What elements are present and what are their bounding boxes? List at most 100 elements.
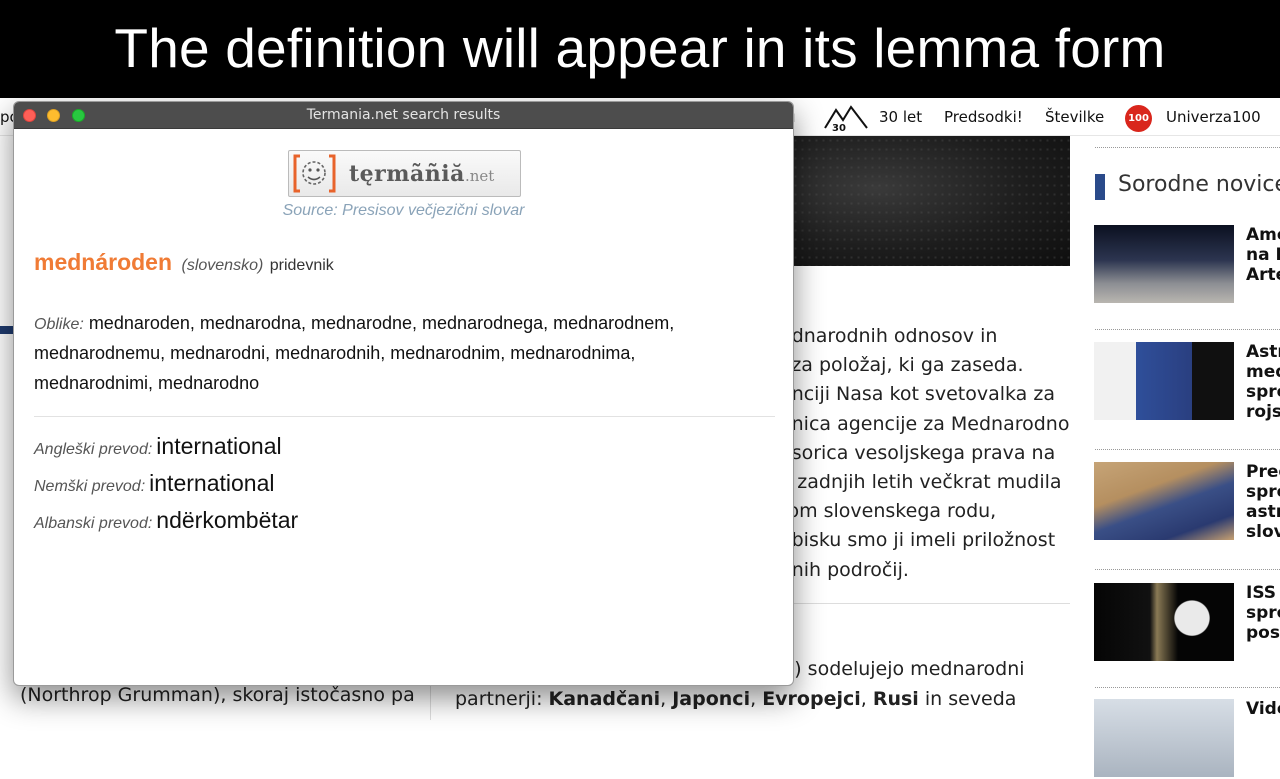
article-line: tom slovenskega rodu, — [780, 500, 997, 523]
news-title[interactable]: ISS spro post — [1246, 583, 1280, 643]
news-title-line: Astr — [1246, 342, 1280, 362]
bold-span: Evropejci — [762, 688, 861, 710]
article-line: enciji Nasa kot svetovalka za — [780, 383, 1055, 406]
section-divider — [34, 416, 775, 417]
headword: mednároden — [34, 249, 173, 275]
related-news-item[interactable]: Pred spre astr slov — [1093, 462, 1280, 542]
left-accent-bar — [0, 326, 14, 334]
translation-value: ndërkombëtar — [156, 507, 299, 533]
news-thumbnail[interactable] — [1094, 462, 1234, 540]
termania-logo[interactable]: tęrmãñiă .net — [288, 150, 521, 197]
translation-label: Nemški prevod: — [34, 478, 146, 495]
caption-banner: The definition will appear in its lemma … — [0, 0, 1280, 98]
logo-domain: .net — [465, 167, 495, 185]
news-title-line: Arte — [1246, 265, 1280, 285]
article-line: enih področij. — [780, 558, 909, 581]
news-title-line: Ame — [1246, 225, 1280, 245]
article-line: obisku smo ji imeli priložnost — [780, 529, 1056, 552]
news-divider — [1095, 687, 1280, 688]
news-title[interactable]: Astr med spre rojs — [1246, 342, 1280, 422]
related-news-item[interactable]: ISS spro post — [1093, 583, 1280, 663]
translation-value: international — [156, 433, 282, 459]
article-line: v zadnjih letih večkrat mudila — [780, 470, 1062, 493]
text-span: partnerji: — [455, 688, 549, 710]
news-title-line: post — [1246, 623, 1280, 643]
news-title[interactable]: Ame na L Arte — [1246, 225, 1280, 285]
language-tag: (slovensko) — [181, 257, 264, 274]
left-column-text: (Northrop Grumman), skoraj istočasno pa — [20, 684, 415, 706]
news-divider — [1095, 569, 1280, 570]
forms-label: Oblike: — [34, 316, 84, 333]
bold-span: Kanadčani — [548, 688, 661, 710]
news-title-line: ISS — [1246, 583, 1277, 603]
news-divider — [1095, 449, 1280, 450]
news-title-line: spre — [1246, 382, 1280, 402]
column-divider — [430, 686, 431, 720]
article-line-partners: partnerji: Kanadčani, Japonci, Evropejci… — [455, 684, 1075, 714]
window-title: Termania.net search results — [306, 107, 501, 123]
translation-english: Angleški prevod: international — [34, 433, 282, 460]
news-thumbnail[interactable] — [1094, 342, 1234, 420]
forms-line: mednarodnimi, mednarodno — [34, 372, 260, 393]
forms-line: mednarodnemu, mednarodni, mednarodnih, m… — [34, 343, 636, 364]
news-title[interactable]: Vide — [1246, 699, 1280, 719]
badge-100-icon[interactable]: 100 — [1125, 105, 1152, 132]
news-title-line: na L — [1246, 245, 1280, 265]
text-span: , — [750, 688, 763, 710]
termania-results-window: Termania.net search results tęrmãñiă .ne… — [13, 101, 794, 686]
translation-albanian: Albanski prevod: ndërkombëtar — [34, 507, 298, 534]
news-title-line: med — [1246, 362, 1280, 382]
translation-label: Albanski prevod: — [34, 515, 153, 532]
nav-item-30-let[interactable]: 30 let — [879, 108, 922, 126]
related-news-sidebar: Sorodne novice Ame na L Arte Astr med sp… — [1093, 136, 1280, 777]
forms-line: Oblike: mednaroden, mednarodna, mednarod… — [34, 309, 774, 339]
news-divider — [1095, 329, 1280, 330]
translation-value: international — [149, 470, 275, 496]
text-span: in seveda — [918, 688, 1017, 710]
bold-span: Rusi — [872, 688, 919, 710]
news-title-line: spro — [1246, 603, 1280, 623]
termania-face-icon — [293, 154, 336, 193]
news-thumbnail[interactable] — [1094, 583, 1234, 661]
news-title-line: spre — [1246, 482, 1280, 502]
nav-item-predsodki[interactable]: Predsodki! — [944, 108, 1023, 126]
forms-text: mednaroden, mednarodna, mednarodne, medn… — [88, 313, 675, 333]
sidebar-heading: Sorodne novice — [1118, 172, 1280, 197]
news-title-line: astr — [1246, 502, 1280, 522]
inflected-forms: Oblike: mednaroden, mednarodna, mednarod… — [34, 309, 774, 398]
news-thumbnail[interactable] — [1094, 225, 1234, 303]
news-title-line: rojs — [1246, 402, 1280, 422]
news-title-line: Pred — [1246, 462, 1280, 482]
text-span: , — [660, 688, 673, 710]
mountain-30-label: 30 — [832, 123, 846, 132]
article-hero-image — [792, 136, 1070, 266]
article-divider — [790, 603, 1070, 604]
related-news-item[interactable]: Ame na L Arte — [1093, 225, 1280, 305]
news-title[interactable]: Pred spre astr slov — [1246, 462, 1280, 542]
text-span: , — [860, 688, 873, 710]
mountain-30-icon[interactable]: 30 — [824, 102, 868, 132]
sidebar-divider — [1095, 147, 1280, 148]
dictionary-source: Source: Presisov večjezični slovar — [282, 202, 525, 219]
news-thumbnail[interactable] — [1094, 699, 1234, 777]
nav-item-stevilke[interactable]: Številke — [1045, 108, 1104, 126]
bold-span: Japonci — [672, 688, 751, 710]
translation-label: Angleški prevod: — [34, 441, 153, 458]
sidebar-heading-accent — [1095, 174, 1105, 200]
news-title-line: slov — [1246, 522, 1280, 542]
article-line: ednarodnih odnosov in — [780, 325, 998, 347]
article-line: onica agencije za Mednarodno — [780, 412, 1070, 435]
nav-item-univerza100[interactable]: Univerza100 — [1166, 108, 1261, 126]
related-news-item[interactable]: Astr med spre rojs — [1093, 342, 1280, 422]
article-body: ednarodnih odnosov in i za položaj, ki g… — [780, 322, 1080, 585]
article-line: i za položaj, ki ga zaseda. — [780, 354, 1024, 377]
news-title-line: Vide — [1246, 699, 1280, 719]
window-title-bar[interactable]: Termania.net search results — [14, 102, 793, 129]
definition-panel: tęrmãñiă .net Source: Presisov večjezičn… — [14, 129, 793, 685]
entry-header: mednároden (slovensko) pridevnik — [34, 249, 334, 276]
related-news-item[interactable]: Vide — [1093, 699, 1280, 779]
logo-wordmark: tęrmãñiă — [349, 161, 465, 187]
article-line: esorica vesoljskega prava na — [780, 441, 1056, 464]
part-of-speech: pridevnik — [269, 257, 334, 274]
translation-german: Nemški prevod: international — [34, 470, 274, 497]
